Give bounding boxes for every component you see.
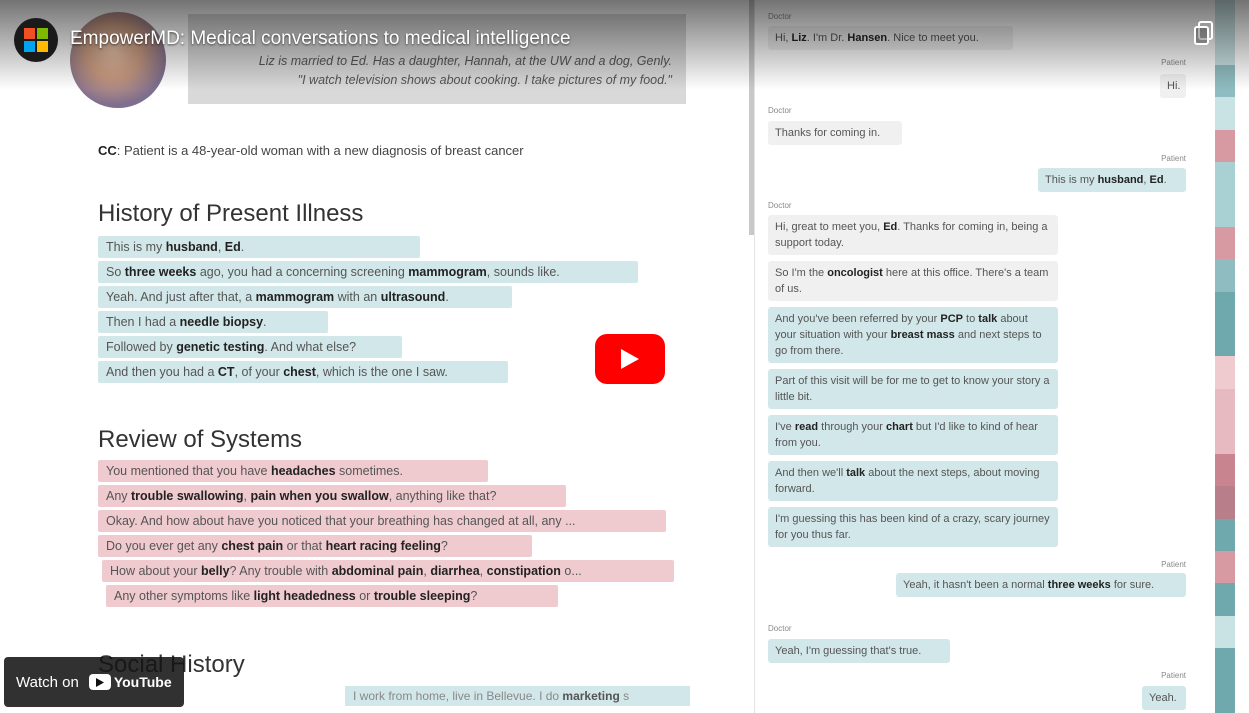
watch-label: Watch on xyxy=(16,673,79,691)
speaker-label: Patient xyxy=(1161,671,1186,680)
hpi-lines: This is my husband, Ed. So three weeks a… xyxy=(98,236,638,386)
minimap-segment xyxy=(1215,0,1235,33)
copy-link-icon[interactable] xyxy=(1193,20,1215,46)
bio-line: Liz is married to Ed. Has a daughter, Ha… xyxy=(258,54,672,68)
doctor-message[interactable]: I'm guessing this has been kind of a cra… xyxy=(768,507,1058,547)
minimap-segment xyxy=(1215,518,1235,551)
patient-message[interactable]: This is my husband, Ed. xyxy=(1038,168,1186,192)
play-icon xyxy=(621,349,639,369)
hpi-line[interactable]: This is my husband, Ed. xyxy=(98,236,420,258)
minimap-segment xyxy=(1215,194,1235,227)
speaker-label: Patient xyxy=(1161,560,1186,569)
patient-avatar xyxy=(70,12,166,108)
hpi-line[interactable]: So three weeks ago, you had a concerning… xyxy=(98,261,638,283)
ros-line[interactable]: Any trouble swallowing, pain when you sw… xyxy=(98,485,566,507)
patient-message[interactable]: Yeah, it hasn't been a normal three week… xyxy=(896,573,1186,597)
minimap-segment xyxy=(1215,453,1235,487)
minimap-segment xyxy=(1215,97,1235,130)
doctor-message[interactable]: And you've been referred by your PCP to … xyxy=(768,307,1058,363)
hpi-line[interactable]: And then you had a CT, of your chest, wh… xyxy=(98,361,508,383)
ros-line[interactable]: Do you ever get any chest pain or that h… xyxy=(98,535,532,557)
youtube-logo: YouTube xyxy=(88,674,172,690)
video-title[interactable]: EmpowerMD: Medical conversations to medi… xyxy=(70,28,571,50)
watch-on-youtube-button[interactable]: Watch on YouTube xyxy=(4,657,184,707)
minimap-segment xyxy=(1215,259,1235,292)
ros-line[interactable]: Any other symptoms like light headedness… xyxy=(106,585,558,607)
patient-message[interactable]: Yeah. xyxy=(1142,686,1186,710)
chief-complaint: CC: Patient is a 48-year-old woman with … xyxy=(98,143,524,158)
channel-logo[interactable] xyxy=(14,18,58,62)
minimap-segment xyxy=(1215,550,1235,584)
speaker-label: Doctor xyxy=(768,106,792,115)
youtube-play-icon xyxy=(88,674,111,690)
speaker-label: Doctor xyxy=(768,624,792,633)
doctor-message[interactable]: And then we'll talk about the next steps… xyxy=(768,461,1058,501)
hpi-line[interactable]: Yeah. And just after that, a mammogram w… xyxy=(98,286,512,308)
youtube-label: YouTube xyxy=(113,674,172,690)
minimap-segment xyxy=(1215,226,1235,260)
minimap-segment xyxy=(1215,129,1235,163)
minimap-segment xyxy=(1215,162,1235,195)
minimap-segment xyxy=(1215,648,1235,681)
play-button[interactable] xyxy=(595,334,665,384)
minimap-segment xyxy=(1215,356,1235,389)
minimap-segment xyxy=(1215,291,1235,325)
doctor-message[interactable]: Hi, great to meet you, Ed. Thanks for co… xyxy=(768,215,1058,255)
hpi-title: History of Present Illness xyxy=(98,200,364,227)
hpi-line[interactable]: Then I had a needle biopsy. xyxy=(98,311,328,333)
doctor-message[interactable]: Yeah, I'm guessing that's true. xyxy=(768,639,950,663)
minimap-segment xyxy=(1215,486,1235,519)
patient-message[interactable]: Hi. xyxy=(1160,74,1186,98)
ros-line[interactable]: Okay. And how about have you noticed tha… xyxy=(98,510,666,532)
doctor-message[interactable]: I've read through your chart but I'd lik… xyxy=(768,415,1058,455)
minimap-segment xyxy=(1215,388,1235,422)
minimap-segment xyxy=(1215,64,1235,98)
speaker-label: Doctor xyxy=(768,201,792,210)
speaker-label: Patient xyxy=(1161,58,1186,67)
microsoft-logo-icon xyxy=(24,28,48,52)
doctor-message[interactable]: So I'm the oncologist here at this offic… xyxy=(768,261,1058,301)
cc-text: : Patient is a 48-year-old woman with a … xyxy=(116,143,524,158)
ros-line[interactable]: You mentioned that you have headaches so… xyxy=(98,460,488,482)
minimap-segment xyxy=(1215,583,1235,616)
hpi-line[interactable]: Followed by genetic testing. And what el… xyxy=(98,336,402,358)
minimap-segment xyxy=(1215,680,1235,713)
speaker-label: Patient xyxy=(1161,154,1186,163)
ros-line[interactable]: How about your belly? Any trouble with a… xyxy=(102,560,674,582)
panel-divider xyxy=(754,0,755,713)
doctor-message[interactable]: Part of this visit will be for me to get… xyxy=(768,369,1058,409)
minimap-segment xyxy=(1215,324,1235,357)
ros-lines: You mentioned that you have headaches so… xyxy=(98,460,674,610)
bio-line: "I watch television shows about cooking.… xyxy=(297,73,672,87)
minimap-segment xyxy=(1215,615,1235,649)
minimap-segment xyxy=(1215,32,1235,65)
chat-transcript: Doctor Hi, Liz. I'm Dr. Hansen. Nice to … xyxy=(768,0,1188,713)
doctor-message[interactable]: Thanks for coming in. xyxy=(768,121,902,145)
ros-title: Review of Systems xyxy=(98,426,303,453)
doctor-message[interactable]: Hi, Liz. I'm Dr. Hansen. Nice to meet yo… xyxy=(768,26,1013,50)
social-line[interactable]: I work from home, live in Bellevue. I do… xyxy=(345,686,690,706)
minimap-segment xyxy=(1215,421,1235,454)
speaker-label: Doctor xyxy=(768,12,792,21)
cc-label: CC xyxy=(98,143,117,158)
transcript-minimap[interactable] xyxy=(1215,0,1235,713)
